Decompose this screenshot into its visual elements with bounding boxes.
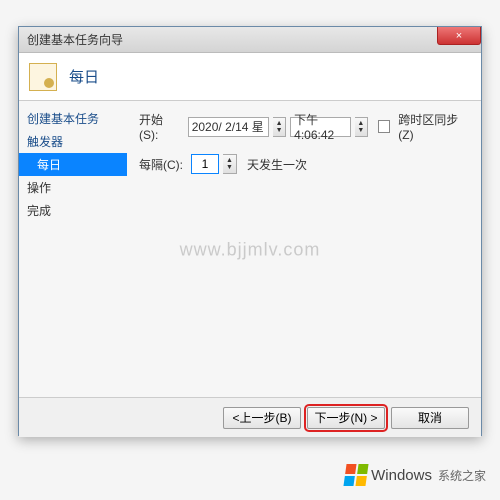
windows-logo-icon (344, 464, 369, 486)
sidebar-item-finish[interactable]: 完成 (19, 199, 127, 222)
interval-row: 每隔(C): ▲▼ 天发生一次 (139, 154, 469, 174)
back-button[interactable]: <上一步(B) (223, 407, 301, 429)
wizard-sidebar: 创建基本任务 触发器 每日 操作 完成 (19, 101, 127, 397)
task-icon (29, 63, 57, 91)
window-title: 创建基本任务向导 (27, 31, 123, 48)
page-title: 每日 (69, 66, 99, 87)
brand-sub: 系统之家 (438, 467, 486, 484)
close-icon: × (456, 30, 462, 42)
interval-spinner[interactable]: ▲▼ (223, 154, 237, 174)
cancel-button[interactable]: 取消 (391, 407, 469, 429)
sync-checkbox[interactable] (378, 120, 390, 133)
sidebar-item-daily[interactable]: 每日 (19, 153, 127, 176)
sidebar-item-action[interactable]: 操作 (19, 176, 127, 199)
titlebar: 创建基本任务向导 × (19, 27, 481, 53)
start-row: 开始(S): 2020/ 2/14 星 ▲▼ 下午 4:06:42 ▲▼ 跨时区… (139, 111, 469, 142)
date-spinner[interactable]: ▲▼ (273, 117, 286, 137)
interval-suffix: 天发生一次 (247, 156, 307, 173)
time-spinner[interactable]: ▲▼ (355, 117, 368, 137)
brand-footer: Windows 系统之家 (345, 464, 486, 486)
wizard-dialog: 创建基本任务向导 × 每日 创建基本任务 触发器 每日 操作 完成 开始(S):… (18, 26, 482, 436)
sync-label: 跨时区同步(Z) (398, 111, 469, 142)
wizard-footer: <上一步(B) 下一步(N) > 取消 (19, 397, 481, 437)
next-button[interactable]: 下一步(N) > (307, 407, 385, 429)
start-label: 开始(S): (139, 111, 180, 142)
sidebar-item-trigger[interactable]: 触发器 (19, 130, 127, 153)
time-input[interactable]: 下午 4:06:42 (290, 117, 351, 137)
wizard-content: 开始(S): 2020/ 2/14 星 ▲▼ 下午 4:06:42 ▲▼ 跨时区… (127, 101, 481, 397)
sidebar-item-create[interactable]: 创建基本任务 (19, 107, 127, 130)
wizard-body: 创建基本任务 触发器 每日 操作 完成 开始(S): 2020/ 2/14 星 … (19, 101, 481, 397)
wizard-header: 每日 (19, 53, 481, 101)
date-input[interactable]: 2020/ 2/14 星 (188, 117, 269, 137)
close-button[interactable]: × (437, 27, 481, 45)
interval-input[interactable] (191, 154, 219, 174)
brand-name: Windows (371, 467, 432, 484)
interval-label: 每隔(C): (139, 156, 183, 173)
